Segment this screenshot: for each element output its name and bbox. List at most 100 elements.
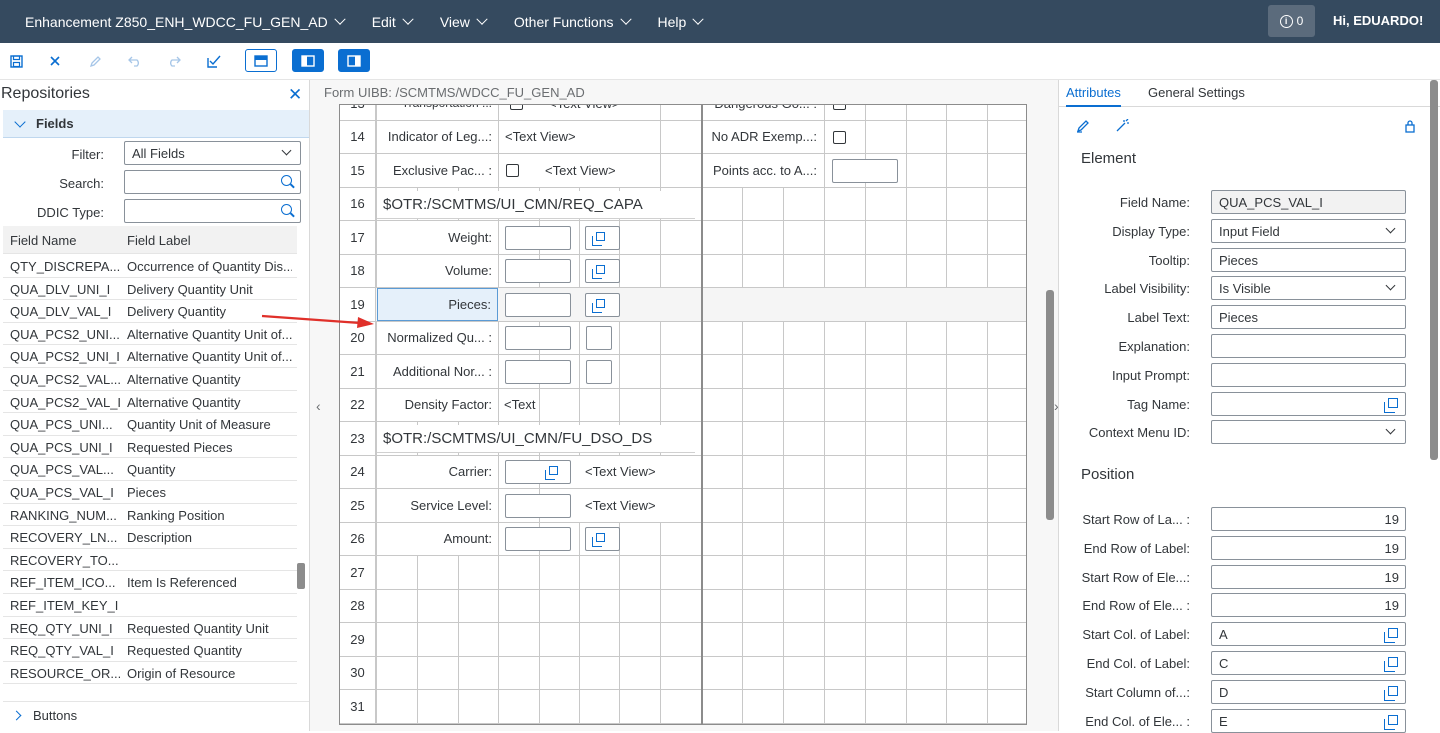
value-help-icon[interactable]	[1384, 685, 1398, 701]
lock-icon[interactable]	[1404, 119, 1416, 136]
value-help-icon[interactable]	[1384, 397, 1398, 413]
menu-help[interactable]: Help	[644, 0, 717, 43]
attribute-input[interactable]: Is Visible	[1211, 276, 1406, 301]
table-row[interactable]: QUA_DLV_VAL_I Delivery Quantity	[3, 300, 297, 323]
table-row[interactable]: RECOVERY_TO...	[3, 549, 297, 572]
ddic-type-input[interactable]	[124, 199, 301, 223]
menu-enhancement[interactable]: Enhancement Z850_ENH_WDCC_FU_GEN_AD	[0, 0, 358, 43]
tab-attributes[interactable]: Attributes	[1066, 85, 1121, 107]
menu-edit[interactable]: Edit	[358, 0, 426, 43]
input-field[interactable]	[586, 359, 612, 384]
table-row[interactable]: QTY_DISCREPA... Occurrence of Quantity Di…	[3, 255, 297, 278]
edit-icon[interactable]	[1076, 119, 1090, 136]
magic-wand-icon[interactable]	[1115, 118, 1129, 136]
close-icon[interactable]	[45, 51, 65, 71]
value-help-button[interactable]	[585, 259, 620, 283]
attribute-input[interactable]: Pieces	[1211, 247, 1406, 272]
close-icon[interactable]: ✕	[288, 85, 302, 105]
table-row[interactable]: QUA_PCS_UNI... Quantity Unit of Measure	[3, 413, 297, 436]
value-help-icon[interactable]	[1384, 714, 1398, 730]
checkbox[interactable]	[506, 164, 519, 177]
attribute-input[interactable]	[1211, 391, 1406, 416]
fields-section-header[interactable]: Fields	[3, 110, 309, 138]
table-row[interactable]: REQ_QTY_VAL_I Requested Quantity	[3, 639, 297, 662]
position-input[interactable]: 19	[1211, 593, 1406, 618]
input-field[interactable]	[505, 493, 571, 518]
value-help-button[interactable]	[505, 460, 571, 484]
position-input[interactable]: 19	[1211, 564, 1406, 589]
attribute-input[interactable]: Input Field	[1211, 218, 1406, 243]
value-help-icon[interactable]	[1384, 657, 1398, 672]
redo-icon[interactable]	[164, 51, 184, 71]
table-row[interactable]: QUA_PCS_VAL... Quantity	[3, 458, 297, 481]
scrollbar-thumb[interactable]	[1046, 290, 1054, 520]
table-row[interactable]: REQ_QTY_UNI_I Requested Quantity Unit	[3, 617, 297, 640]
column-header-field-name[interactable]: Field Name	[10, 233, 76, 248]
input-field[interactable]	[832, 158, 898, 183]
table-row[interactable]: REF_ITEM_KEY_I	[3, 594, 297, 617]
table-row[interactable]: QUA_PCS2_VAL_I Alternative Quantity	[3, 391, 297, 414]
value-help-button[interactable]	[585, 292, 620, 317]
table-row[interactable]: RECOVERY_LN... Description	[3, 526, 297, 549]
checkbox[interactable]	[833, 130, 846, 144]
check-icon[interactable]	[204, 51, 224, 71]
value-help-button[interactable]	[585, 527, 620, 551]
search-icon[interactable]	[281, 175, 292, 186]
table-row[interactable]: QUA_PCS2_UNI... Alternative Quantity Unit…	[3, 323, 297, 346]
table-row[interactable]: REF_ITEM_ICO... Item Is Referenced	[3, 571, 297, 594]
edit-icon[interactable]	[85, 51, 105, 71]
position-input[interactable]: D	[1211, 679, 1406, 704]
input-field[interactable]	[505, 259, 571, 283]
checkbox[interactable]	[833, 105, 846, 110]
layout-left-button[interactable]	[292, 49, 324, 72]
attribute-input[interactable]: QUA_PCS_VAL_I	[1211, 190, 1406, 214]
save-icon[interactable]	[6, 51, 26, 71]
input-field[interactable]	[505, 359, 571, 384]
buttons-section-header[interactable]: Buttons	[3, 701, 309, 729]
position-input[interactable]: C	[1211, 651, 1406, 675]
checkbox[interactable]	[510, 105, 523, 110]
position-input[interactable]: 19	[1211, 535, 1406, 560]
input-field[interactable]	[505, 527, 571, 551]
tab-general-settings[interactable]: General Settings	[1148, 85, 1245, 105]
user-greeting[interactable]: Hi, EDUARDO!	[1333, 13, 1423, 28]
position-input[interactable]: 19	[1211, 507, 1406, 531]
search-icon[interactable]	[281, 204, 292, 215]
undo-icon[interactable]	[125, 51, 145, 71]
notifications-button[interactable]: i0	[1268, 5, 1315, 37]
menu-other-functions[interactable]: Other Functions	[500, 0, 644, 43]
menu-view[interactable]: View	[426, 0, 500, 43]
fields-header-label: Fields	[36, 116, 74, 131]
position-input[interactable]: E	[1211, 708, 1406, 733]
collapse-left-icon[interactable]: ‹	[316, 398, 321, 414]
scrollbar-thumb[interactable]	[297, 563, 305, 589]
column-header-field-label[interactable]: Field Label	[127, 233, 191, 248]
attribute-input[interactable]: Pieces	[1211, 305, 1406, 330]
ddic-row: DDIC Type:	[0, 199, 310, 223]
attribute-input[interactable]	[1211, 362, 1406, 387]
table-row[interactable]: QUA_PCS2_UNI_I Alternative Quantity Unit …	[3, 345, 297, 368]
table-row[interactable]: QUA_PCS_UNI_I Requested Pieces	[3, 436, 297, 459]
table-row[interactable]: RANKING_NUM... Ranking Position	[3, 504, 297, 527]
layout-top-button[interactable]	[245, 49, 277, 72]
value-help-button[interactable]	[585, 225, 620, 250]
table-row[interactable]: QUA_PCS2_VAL... Alternative Quantity	[3, 368, 297, 391]
table-row[interactable]: QUA_DLV_UNI_I Delivery Quantity Unit	[3, 278, 297, 301]
value-help-icon[interactable]	[1384, 628, 1398, 644]
filter-select[interactable]: All Fields	[124, 141, 301, 165]
scrollbar-thumb[interactable]	[1430, 80, 1438, 460]
search-input[interactable]	[124, 170, 301, 194]
attribute-value: QUA_PCS_VAL_I	[1219, 195, 1323, 210]
attribute-input[interactable]	[1211, 420, 1406, 445]
position-input[interactable]: A	[1211, 622, 1406, 647]
table-row[interactable]: QUA_PCS_VAL_I Pieces	[3, 481, 297, 504]
input-field[interactable]	[505, 326, 571, 350]
layout-right-button[interactable]	[338, 49, 370, 72]
value-help-icon	[592, 265, 605, 279]
position-value: 19	[1384, 598, 1399, 614]
table-row[interactable]: RESOURCE_OR... Origin of Resource	[3, 662, 297, 685]
input-field[interactable]	[505, 225, 571, 250]
input-field[interactable]	[586, 326, 612, 350]
attribute-input[interactable]	[1211, 334, 1406, 358]
input-field[interactable]	[505, 292, 571, 317]
